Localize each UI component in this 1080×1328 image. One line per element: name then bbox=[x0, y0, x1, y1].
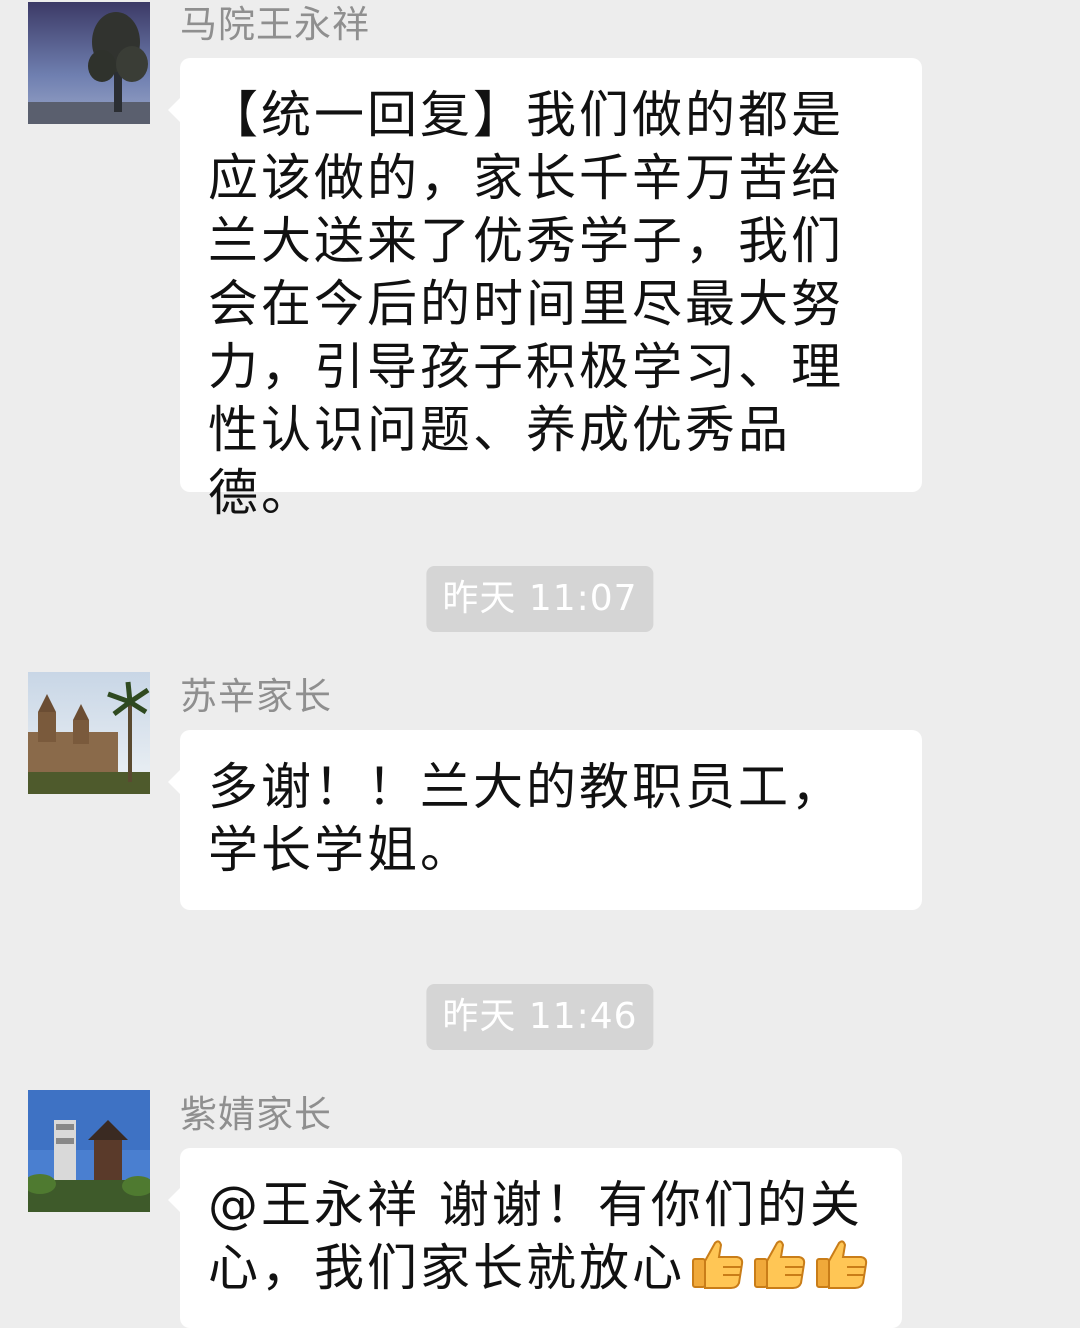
timestamp: 昨天 11:07 bbox=[426, 566, 654, 632]
sender-name: 苏辛家长 bbox=[180, 675, 332, 718]
thumbs-up-icon bbox=[753, 1237, 809, 1291]
message-text: 多谢！！兰大的教职员工，学长学姐。 bbox=[208, 758, 844, 879]
avatar-building-icon bbox=[28, 672, 150, 794]
thumbs-up-icon bbox=[691, 1237, 747, 1291]
avatar[interactable] bbox=[28, 1090, 150, 1212]
emoji-group bbox=[685, 1237, 871, 1300]
sender-name: 马院王永祥 bbox=[180, 3, 370, 46]
message-bubble[interactable]: 多谢！！兰大的教职员工，学长学姐。 bbox=[168, 730, 922, 910]
message-text: 【统一回复】我们做的都是应该做的，家长千辛万苦给兰大送来了优秀学子，我们会在今后… bbox=[208, 86, 844, 522]
sender-name: 紫婧家长 bbox=[180, 1093, 332, 1136]
avatar[interactable] bbox=[28, 672, 150, 794]
avatar-tree-icon bbox=[28, 2, 150, 124]
message-bubble[interactable]: @王永祥 谢谢！有你们的关心，我们家长就放心 bbox=[168, 1148, 902, 1328]
avatar[interactable] bbox=[28, 2, 150, 124]
timestamp: 昨天 11:46 bbox=[426, 984, 654, 1050]
message-bubble[interactable]: 【统一回复】我们做的都是应该做的，家长千辛万苦给兰大送来了优秀学子，我们会在今后… bbox=[168, 58, 922, 522]
thumbs-up-icon bbox=[815, 1237, 871, 1291]
avatar-tower-icon bbox=[28, 1090, 150, 1212]
chat-window[interactable]: 马院王永祥 【统一回复】我们做的都是应该做的，家长千辛万苦给兰大送来了优秀学子，… bbox=[0, 0, 1080, 1328]
